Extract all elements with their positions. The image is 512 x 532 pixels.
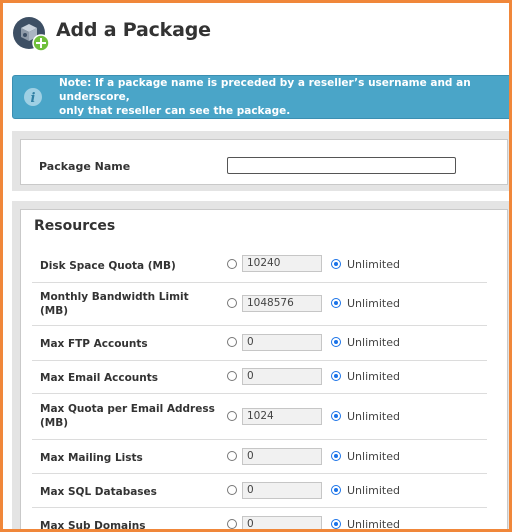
row-label: Max SQL Databases: [40, 486, 157, 498]
resource-row-mailing-lists: Max Mailing Lists 0 Unlimited: [32, 440, 487, 474]
custom-value-radio[interactable]: [227, 485, 237, 495]
custom-value-radio[interactable]: [227, 411, 237, 421]
unlimited-radio[interactable]: [331, 411, 341, 421]
row-label: Max FTP Accounts: [40, 338, 148, 350]
custom-value-radio[interactable]: [227, 371, 237, 381]
package-name-section: Package Name: [12, 131, 509, 191]
unlimited-radio[interactable]: [331, 337, 341, 347]
row-label: Disk Space Quota (MB): [40, 260, 176, 272]
unlimited-label: Unlimited: [347, 484, 400, 497]
quota-input[interactable]: 1024: [242, 408, 322, 425]
package-name-box: Package Name: [20, 139, 508, 185]
custom-value-radio[interactable]: [227, 451, 237, 461]
unlimited-radio[interactable]: [331, 371, 341, 381]
custom-value-radio[interactable]: [227, 337, 237, 347]
row-label: Max Sub Domains: [40, 520, 146, 532]
resource-row-subdomains: Max Sub Domains 0 Unlimited: [32, 508, 487, 532]
resource-row-sql: Max SQL Databases 0 Unlimited: [32, 474, 487, 508]
page-header: Add a Package: [12, 13, 211, 53]
quota-input[interactable]: 0: [242, 368, 322, 385]
resource-row-disk-space: Disk Space Quota (MB) 10240 Unlimited: [32, 249, 487, 283]
row-label: Max Mailing Lists: [40, 452, 143, 464]
unlimited-label: Unlimited: [347, 370, 400, 383]
resources-box: Resources Disk Space Quota (MB) 10240 Un…: [20, 209, 508, 532]
unlimited-label: Unlimited: [347, 258, 400, 271]
resource-row-ftp: Max FTP Accounts 0 Unlimited: [32, 326, 487, 361]
package-add-icon: [12, 14, 50, 52]
unlimited-label: Unlimited: [347, 336, 400, 349]
custom-value-radio[interactable]: [227, 298, 237, 308]
note-line-2: only that reseller can see the package.: [59, 105, 291, 117]
unlimited-label: Unlimited: [347, 450, 400, 463]
unlimited-radio[interactable]: [331, 451, 341, 461]
quota-input[interactable]: 0: [242, 334, 322, 351]
unlimited-radio[interactable]: [331, 485, 341, 495]
unlimited-label: Unlimited: [347, 297, 400, 310]
row-label: Max Quota per Email Address (MB): [40, 403, 215, 429]
quota-input[interactable]: 0: [242, 482, 322, 499]
page-frame: Add a Package i Note: If a package name …: [0, 0, 512, 532]
custom-value-radio[interactable]: [227, 519, 237, 529]
package-name-input[interactable]: [227, 157, 456, 174]
resources-section: Resources Disk Space Quota (MB) 10240 Un…: [12, 201, 509, 532]
unlimited-label: Unlimited: [347, 410, 400, 423]
quota-input[interactable]: 1048576: [242, 295, 322, 312]
note-text: Note: If a package name is preceded by a…: [59, 76, 509, 118]
row-label: Monthly Bandwidth Limit (MB): [40, 291, 189, 317]
info-note: i Note: If a package name is preceded by…: [12, 75, 509, 119]
resource-row-email-quota: Max Quota per Email Address (MB) 1024 Un…: [32, 394, 487, 440]
custom-value-radio[interactable]: [227, 259, 237, 269]
page-title: Add a Package: [56, 19, 211, 41]
resource-row-bandwidth: Monthly Bandwidth Limit (MB) 1048576 Unl…: [32, 283, 487, 326]
package-name-label: Package Name: [39, 160, 131, 173]
info-icon: i: [23, 87, 43, 107]
unlimited-radio[interactable]: [331, 298, 341, 308]
quota-input[interactable]: 0: [242, 448, 322, 465]
resources-title: Resources: [34, 218, 116, 234]
quota-input[interactable]: 0: [242, 516, 322, 529]
row-label: Max Email Accounts: [40, 372, 159, 384]
svg-text:i: i: [31, 91, 36, 106]
unlimited-label: Unlimited: [347, 518, 400, 531]
resource-row-email: Max Email Accounts 0 Unlimited: [32, 361, 487, 394]
unlimited-radio[interactable]: [331, 519, 341, 529]
note-line-1: Note: If a package name is preceded by a…: [59, 77, 471, 103]
unlimited-radio[interactable]: [331, 259, 341, 269]
quota-input[interactable]: 10240: [242, 255, 322, 272]
